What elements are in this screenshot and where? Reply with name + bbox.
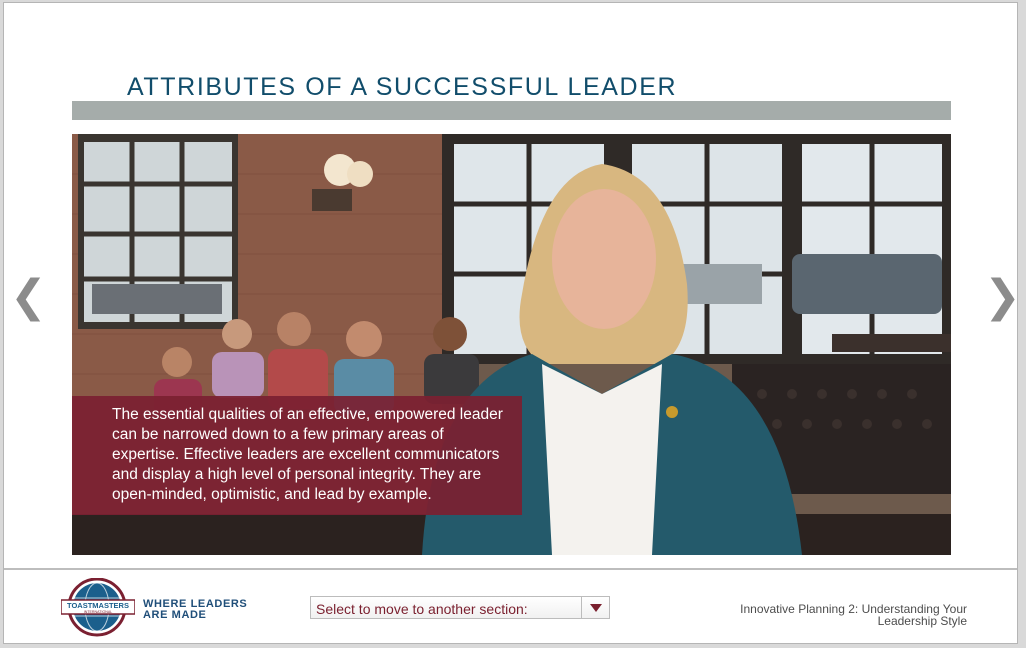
chevron-down-icon[interactable] xyxy=(581,597,609,618)
course-title: Innovative Planning 2: Understanding You… xyxy=(740,602,967,628)
section-select-label: Select to move to another section: xyxy=(316,601,528,617)
toastmasters-logo: TOASTMASTERS INTERNATIONAL xyxy=(60,577,136,637)
previous-slide-arrow-icon[interactable]: ❮ xyxy=(10,275,47,319)
section-select-dropdown[interactable]: Select to move to another section: xyxy=(310,596,610,619)
tagline: WHERE LEADERS ARE MADE xyxy=(143,599,247,621)
leader-photo: The essential qualities of an effective,… xyxy=(72,134,951,555)
caption-box: The essential qualities of an effective,… xyxy=(72,396,522,515)
logo-subtext: INTERNATIONAL xyxy=(84,610,113,614)
caption-text: The essential qualities of an effective,… xyxy=(112,406,503,503)
tagline-line-2: ARE MADE xyxy=(143,609,207,621)
title-underline-bar xyxy=(72,101,951,120)
next-slide-arrow-icon[interactable]: ❯ xyxy=(984,275,1021,319)
logo-wordmark: TOASTMASTERS xyxy=(67,601,129,610)
slide-frame: ATTRIBUTES OF A SUCCESSFUL LEADER The es… xyxy=(3,2,1021,644)
slide-title: ATTRIBUTES OF A SUCCESSFUL LEADER xyxy=(127,73,678,101)
footer-divider xyxy=(4,568,1017,570)
